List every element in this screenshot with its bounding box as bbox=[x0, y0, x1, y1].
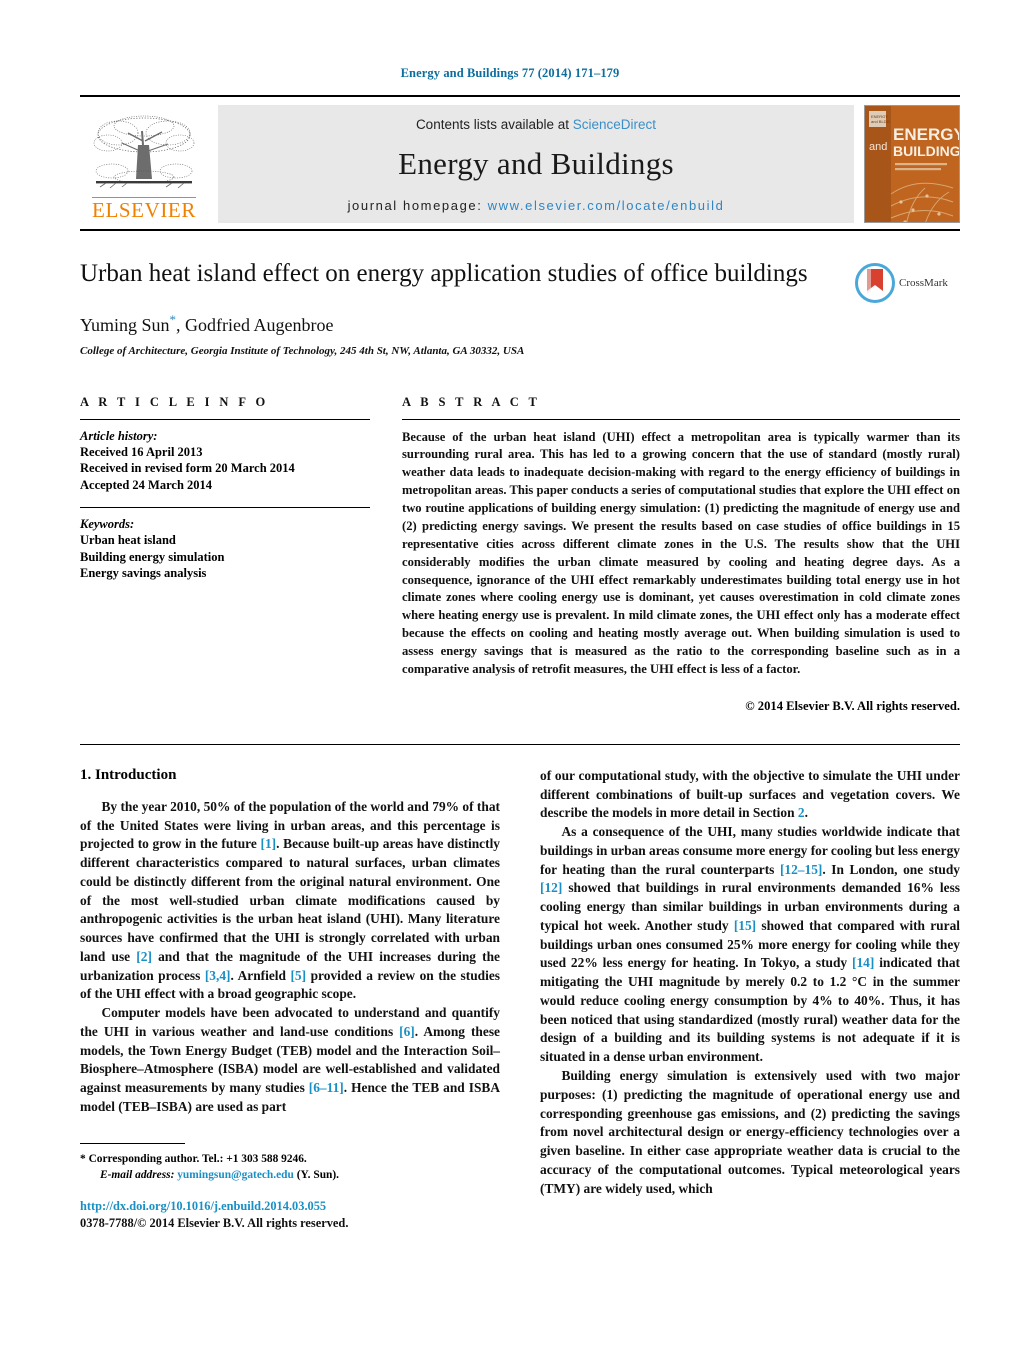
title-block: Urban heat island effect on energy appli… bbox=[80, 259, 960, 357]
article-history-label: Article history: bbox=[80, 428, 158, 443]
elsevier-logo: ELSEVIER bbox=[80, 105, 208, 223]
footer-doi-block: http://dx.doi.org/10.1016/j.enbuild.2014… bbox=[80, 1199, 500, 1232]
cover-art: ENERGY and BLDG and ENERGY BUILDINGS bbox=[865, 106, 959, 222]
svg-text:and BLDG: and BLDG bbox=[871, 119, 890, 124]
article-info-rule-top bbox=[80, 418, 370, 420]
citation-ref[interactable]: [14] bbox=[852, 955, 874, 970]
author-affiliation: College of Architecture, Georgia Institu… bbox=[80, 344, 525, 357]
article-info-heading: A R T I C L E I N F O bbox=[80, 394, 269, 409]
abstract-text: Because of the urban heat island (UHI) e… bbox=[402, 429, 960, 676]
article-history-block: Article history: Received 16 April 2013 … bbox=[80, 429, 370, 494]
email-label: E-mail address: bbox=[100, 1168, 175, 1181]
section-ref[interactable]: 2 bbox=[798, 805, 805, 820]
masthead-bottom-rule bbox=[80, 229, 960, 231]
citation-ref[interactable]: [2] bbox=[136, 949, 152, 964]
footnote-corresponding: * Corresponding author. Tel.: +1 303 588… bbox=[80, 1151, 500, 1167]
footnote-email: E-mail address: yumingsun@gatech.edu (Y.… bbox=[80, 1167, 500, 1183]
footnote-corresponding-text: Corresponding author. Tel.: +1 303 588 9… bbox=[88, 1152, 307, 1165]
citation-ref[interactable]: [3,4] bbox=[205, 968, 231, 983]
citation-ref[interactable]: [5] bbox=[290, 968, 306, 983]
keyword-item: Building energy simulation bbox=[80, 549, 225, 564]
abstract-heading: A B S T R A C T bbox=[402, 394, 541, 409]
crossmark-icon bbox=[855, 263, 895, 303]
article-info-column: A R T I C L E I N F O Article history: R… bbox=[80, 395, 370, 714]
running-head: Energy and Buildings 77 (2014) 171–179 bbox=[400, 66, 620, 80]
body-column-left: 1. Introduction By the year 2010, 50% of… bbox=[80, 767, 500, 1232]
paper-page: Energy and Buildings 77 (2014) 171–179 E… bbox=[0, 0, 1020, 1351]
contents-prefix-text: Contents lists available at bbox=[415, 117, 573, 132]
body-columns: 1. Introduction By the year 2010, 50% of… bbox=[80, 767, 960, 1232]
paragraph: Computer models have been advocated to u… bbox=[80, 1005, 500, 1114]
footnote-block: * Corresponding author. Tel.: +1 303 588… bbox=[80, 1142, 500, 1232]
info-abstract-section: A R T I C L E I N F O Article history: R… bbox=[80, 395, 960, 714]
journal-cover-thumbnail: ENERGY and BLDG and ENERGY BUILDINGS bbox=[864, 105, 960, 223]
page-title: Urban heat island effect on energy appli… bbox=[80, 260, 808, 287]
footnote-marker: * bbox=[80, 1152, 86, 1165]
email-link[interactable]: yumingsun@gatech.edu bbox=[177, 1169, 294, 1181]
section-heading-introduction: 1. Introduction bbox=[80, 766, 177, 783]
contents-available-line: Contents lists available at ScienceDirec… bbox=[416, 117, 656, 132]
paragraph: As a consequence of the UHI, many studie… bbox=[540, 824, 960, 1065]
paragraph: of our computational study, with the obj… bbox=[540, 767, 960, 821]
citation-ref[interactable]: [1] bbox=[261, 836, 277, 851]
journal-title: Energy and Buildings bbox=[398, 146, 674, 181]
body-top-rule bbox=[80, 743, 960, 745]
citation-ref[interactable]: [6] bbox=[399, 1024, 415, 1039]
email-suffix: (Y. Sun). bbox=[296, 1168, 340, 1181]
citation-ref[interactable]: [15] bbox=[734, 918, 756, 933]
keyword-item: Energy savings analysis bbox=[80, 566, 207, 580]
svg-text:and: and bbox=[869, 141, 887, 153]
journal-homepage-link[interactable]: www.elsevier.com/locate/enbuild bbox=[488, 198, 725, 213]
homepage-prefix-text: journal homepage: bbox=[347, 198, 488, 213]
author-list: Yuming Sun*, Godfried Augenbroe bbox=[80, 312, 837, 336]
article-history-item: Received 16 April 2013 bbox=[80, 444, 203, 459]
journal-banner: Contents lists available at ScienceDirec… bbox=[218, 105, 854, 223]
crossmark-label: CrossMark bbox=[899, 277, 948, 289]
abstract-copyright: © 2014 Elsevier B.V. All rights reserved… bbox=[745, 698, 960, 713]
issn-copyright-line: 0378-7788/© 2014 Elsevier B.V. All right… bbox=[80, 1216, 349, 1231]
elsevier-tree-icon bbox=[93, 115, 195, 189]
abstract-column: A B S T R A C T Because of the urban hea… bbox=[402, 395, 960, 714]
article-history-item: Accepted 24 March 2014 bbox=[80, 477, 213, 492]
svg-text:ENERGY: ENERGY bbox=[893, 125, 959, 144]
keywords-label: Keywords: bbox=[80, 517, 135, 531]
elsevier-wordmark: ELSEVIER bbox=[92, 196, 196, 222]
paragraph: Building energy simulation is extensivel… bbox=[540, 1068, 960, 1196]
paragraph: By the year 2010, 50% of the population … bbox=[80, 798, 501, 1002]
journal-masthead: ELSEVIER Contents lists available at Sci… bbox=[80, 95, 960, 223]
body-column-right: of our computational study, with the obj… bbox=[540, 767, 960, 1232]
abstract-rule-top bbox=[402, 418, 960, 420]
footnote-rule bbox=[80, 1142, 185, 1144]
sciencedirect-link[interactable]: ScienceDirect bbox=[573, 117, 656, 132]
author-secondary: , Godfried Augenbroe bbox=[176, 314, 334, 335]
doi-link[interactable]: http://dx.doi.org/10.1016/j.enbuild.2014… bbox=[80, 1199, 500, 1214]
article-info-rule-mid bbox=[80, 507, 370, 508]
crossmark-badge[interactable]: CrossMark bbox=[855, 259, 960, 303]
keywords-block: Keywords: Urban heat island Building ene… bbox=[80, 517, 370, 582]
article-history-item: Received in revised form 20 March 2014 bbox=[80, 461, 295, 475]
journal-homepage-line: journal homepage: www.elsevier.com/locat… bbox=[348, 198, 725, 213]
citation-ref[interactable]: [6–11] bbox=[309, 1080, 344, 1095]
citation-ref[interactable]: [12] bbox=[540, 880, 562, 895]
keyword-item: Urban heat island bbox=[80, 533, 176, 547]
svg-text:BUILDINGS: BUILDINGS bbox=[893, 143, 959, 159]
author-primary: Yuming Sun bbox=[80, 314, 170, 335]
citation-ref[interactable]: [12–15] bbox=[780, 862, 822, 877]
